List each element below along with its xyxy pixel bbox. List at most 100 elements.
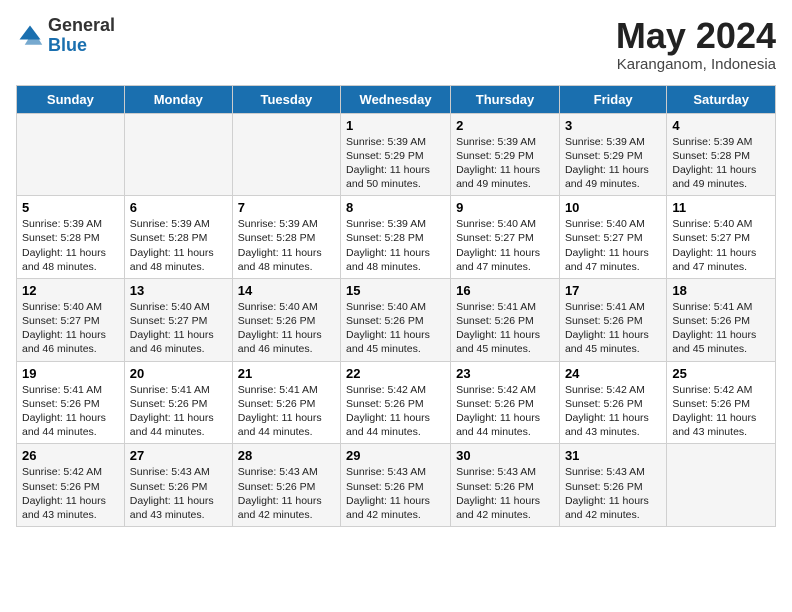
day-number: 23 bbox=[456, 366, 554, 381]
day-number: 5 bbox=[22, 200, 119, 215]
day-info: Sunrise: 5:42 AM Sunset: 5:26 PM Dayligh… bbox=[672, 383, 770, 440]
day-number: 21 bbox=[238, 366, 335, 381]
calendar-body: 1 Sunrise: 5:39 AM Sunset: 5:29 PM Daylig… bbox=[17, 113, 776, 526]
day-number: 31 bbox=[565, 448, 661, 463]
calendar-cell bbox=[124, 113, 232, 196]
day-info: Sunrise: 5:39 AM Sunset: 5:29 PM Dayligh… bbox=[456, 135, 554, 192]
day-number: 7 bbox=[238, 200, 335, 215]
calendar-cell: 4 Sunrise: 5:39 AM Sunset: 5:28 PM Daylig… bbox=[667, 113, 776, 196]
day-number: 18 bbox=[672, 283, 770, 298]
calendar-cell: 10Sunrise: 5:40 AM Sunset: 5:27 PM Dayli… bbox=[559, 196, 666, 279]
day-number: 15 bbox=[346, 283, 445, 298]
day-info: Sunrise: 5:40 AM Sunset: 5:26 PM Dayligh… bbox=[346, 300, 445, 357]
calendar-cell: 29 Sunrise: 5:43 AM Sunset: 5:26 PM Dayli… bbox=[341, 444, 451, 527]
day-number: 12 bbox=[22, 283, 119, 298]
day-info: Sunrise: 5:39 AM Sunset: 5:28 PM Dayligh… bbox=[672, 135, 770, 192]
day-number: 13 bbox=[130, 283, 227, 298]
col-header-tuesday: Tuesday bbox=[232, 85, 340, 113]
day-info: Sunrise: 5:41 AM Sunset: 5:26 PM Dayligh… bbox=[456, 300, 554, 357]
day-info: Sunrise: 5:41 AM Sunset: 5:26 PM Dayligh… bbox=[565, 300, 661, 357]
calendar-subtitle: Karanganom, Indonesia bbox=[616, 56, 776, 73]
day-info: Sunrise: 5:39 AM Sunset: 5:28 PM Dayligh… bbox=[22, 217, 119, 274]
col-header-friday: Friday bbox=[559, 85, 666, 113]
day-number: 30 bbox=[456, 448, 554, 463]
calendar-row: 12 Sunrise: 5:40 AM Sunset: 5:27 PM Dayli… bbox=[17, 278, 776, 361]
day-info: Sunrise: 5:39 AM Sunset: 5:29 PM Dayligh… bbox=[565, 135, 661, 192]
calendar-cell: 15 Sunrise: 5:40 AM Sunset: 5:26 PM Dayli… bbox=[341, 278, 451, 361]
calendar-cell: 9 Sunrise: 5:40 AM Sunset: 5:27 PM Daylig… bbox=[451, 196, 560, 279]
calendar-cell: 18 Sunrise: 5:41 AM Sunset: 5:26 PM Dayli… bbox=[667, 278, 776, 361]
day-info: Sunrise: 5:40 AM Sunset: 5:26 PM Dayligh… bbox=[238, 300, 335, 357]
calendar-cell: 25 Sunrise: 5:42 AM Sunset: 5:26 PM Dayli… bbox=[667, 361, 776, 444]
calendar-title: May 2024 bbox=[616, 16, 776, 56]
title-block: May 2024 Karanganom, Indonesia bbox=[616, 16, 776, 73]
calendar-cell: 11 Sunrise: 5:40 AM Sunset: 5:27 PM Dayli… bbox=[667, 196, 776, 279]
col-header-saturday: Saturday bbox=[667, 85, 776, 113]
day-number: 14 bbox=[238, 283, 335, 298]
day-info: Sunrise: 5:42 AM Sunset: 5:26 PM Dayligh… bbox=[565, 383, 661, 440]
day-info: Sunrise: 5:40 AM Sunset: 5:27 PM Dayligh… bbox=[672, 217, 770, 274]
day-info: Sunrise: 5:39 AM Sunset: 5:28 PM Dayligh… bbox=[130, 217, 227, 274]
day-number: 1 bbox=[346, 118, 445, 133]
day-number: 22 bbox=[346, 366, 445, 381]
day-number: 6 bbox=[130, 200, 227, 215]
day-info: Sunrise: 5:42 AM Sunset: 5:26 PM Dayligh… bbox=[456, 383, 554, 440]
calendar-table: SundayMondayTuesdayWednesdayThursdayFrid… bbox=[16, 85, 776, 527]
calendar-cell: 26Sunrise: 5:42 AM Sunset: 5:26 PM Dayli… bbox=[17, 444, 125, 527]
day-info: Sunrise: 5:43 AM Sunset: 5:26 PM Dayligh… bbox=[346, 465, 445, 522]
calendar-row: 5 Sunrise: 5:39 AM Sunset: 5:28 PM Daylig… bbox=[17, 196, 776, 279]
calendar-cell: 23 Sunrise: 5:42 AM Sunset: 5:26 PM Dayli… bbox=[451, 361, 560, 444]
day-number: 17 bbox=[565, 283, 661, 298]
day-number: 10 bbox=[565, 200, 661, 215]
logo-icon bbox=[16, 22, 44, 50]
day-number: 29 bbox=[346, 448, 445, 463]
day-info: Sunrise: 5:41 AM Sunset: 5:26 PM Dayligh… bbox=[22, 383, 119, 440]
day-number: 4 bbox=[672, 118, 770, 133]
calendar-cell bbox=[232, 113, 340, 196]
col-header-wednesday: Wednesday bbox=[341, 85, 451, 113]
day-info: Sunrise: 5:41 AM Sunset: 5:26 PM Dayligh… bbox=[672, 300, 770, 357]
day-number: 20 bbox=[130, 366, 227, 381]
day-info: Sunrise: 5:39 AM Sunset: 5:28 PM Dayligh… bbox=[346, 217, 445, 274]
day-number: 27 bbox=[130, 448, 227, 463]
day-info: Sunrise: 5:40 AM Sunset: 5:27 PM Dayligh… bbox=[22, 300, 119, 357]
calendar-cell: 6 Sunrise: 5:39 AM Sunset: 5:28 PM Daylig… bbox=[124, 196, 232, 279]
calendar-cell: 22 Sunrise: 5:42 AM Sunset: 5:26 PM Dayli… bbox=[341, 361, 451, 444]
logo-general-text: General bbox=[48, 15, 115, 35]
calendar-row: 19 Sunrise: 5:41 AM Sunset: 5:26 PM Dayli… bbox=[17, 361, 776, 444]
calendar-cell: 28Sunrise: 5:43 AM Sunset: 5:26 PM Dayli… bbox=[232, 444, 340, 527]
day-info: Sunrise: 5:39 AM Sunset: 5:28 PM Dayligh… bbox=[238, 217, 335, 274]
page-header: General Blue May 2024 Karanganom, Indone… bbox=[16, 16, 776, 73]
day-info: Sunrise: 5:43 AM Sunset: 5:26 PM Dayligh… bbox=[130, 465, 227, 522]
calendar-cell: 5 Sunrise: 5:39 AM Sunset: 5:28 PM Daylig… bbox=[17, 196, 125, 279]
day-info: Sunrise: 5:41 AM Sunset: 5:26 PM Dayligh… bbox=[130, 383, 227, 440]
calendar-cell: 20 Sunrise: 5:41 AM Sunset: 5:26 PM Dayli… bbox=[124, 361, 232, 444]
calendar-cell bbox=[667, 444, 776, 527]
day-info: Sunrise: 5:42 AM Sunset: 5:26 PM Dayligh… bbox=[22, 465, 119, 522]
day-number: 19 bbox=[22, 366, 119, 381]
calendar-cell: 13 Sunrise: 5:40 AM Sunset: 5:27 PM Dayli… bbox=[124, 278, 232, 361]
day-info: Sunrise: 5:40 AM Sunset: 5:27 PM Dayligh… bbox=[130, 300, 227, 357]
day-info: Sunrise: 5:39 AM Sunset: 5:29 PM Dayligh… bbox=[346, 135, 445, 192]
calendar-cell bbox=[17, 113, 125, 196]
day-number: 24 bbox=[565, 366, 661, 381]
logo-blue-text: Blue bbox=[48, 35, 87, 55]
calendar-cell: 19 Sunrise: 5:41 AM Sunset: 5:26 PM Dayli… bbox=[17, 361, 125, 444]
day-info: Sunrise: 5:42 AM Sunset: 5:26 PM Dayligh… bbox=[346, 383, 445, 440]
logo: General Blue bbox=[16, 16, 115, 56]
calendar-cell: 1 Sunrise: 5:39 AM Sunset: 5:29 PM Daylig… bbox=[341, 113, 451, 196]
calendar-cell: 21Sunrise: 5:41 AM Sunset: 5:26 PM Dayli… bbox=[232, 361, 340, 444]
calendar-header-row: SundayMondayTuesdayWednesdayThursdayFrid… bbox=[17, 85, 776, 113]
day-number: 9 bbox=[456, 200, 554, 215]
col-header-sunday: Sunday bbox=[17, 85, 125, 113]
day-number: 11 bbox=[672, 200, 770, 215]
calendar-row: 1 Sunrise: 5:39 AM Sunset: 5:29 PM Daylig… bbox=[17, 113, 776, 196]
calendar-cell: 3 Sunrise: 5:39 AM Sunset: 5:29 PM Daylig… bbox=[559, 113, 666, 196]
day-info: Sunrise: 5:43 AM Sunset: 5:26 PM Dayligh… bbox=[565, 465, 661, 522]
day-number: 3 bbox=[565, 118, 661, 133]
day-number: 25 bbox=[672, 366, 770, 381]
calendar-cell: 17 Sunrise: 5:41 AM Sunset: 5:26 PM Dayli… bbox=[559, 278, 666, 361]
calendar-cell: 14 Sunrise: 5:40 AM Sunset: 5:26 PM Dayli… bbox=[232, 278, 340, 361]
calendar-cell: 24 Sunrise: 5:42 AM Sunset: 5:26 PM Dayli… bbox=[559, 361, 666, 444]
day-info: Sunrise: 5:40 AM Sunset: 5:27 PM Dayligh… bbox=[456, 217, 554, 274]
